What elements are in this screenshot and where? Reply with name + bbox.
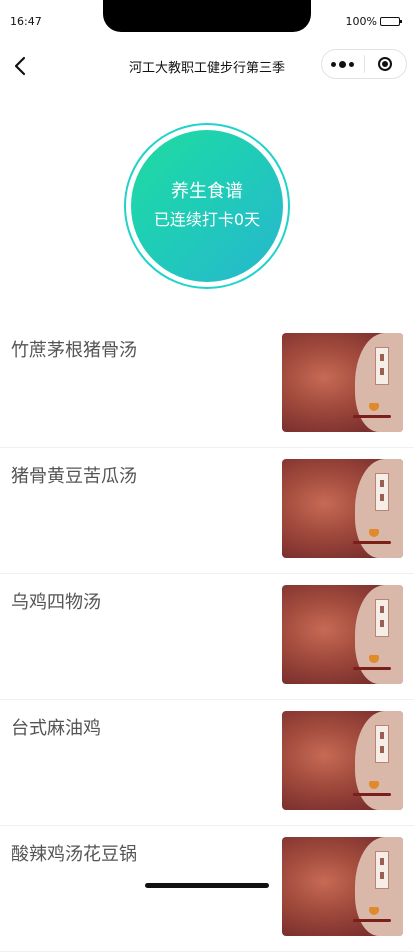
recipe-item[interactable]: 台式麻油鸡 [0,700,414,826]
battery-percent: 100% [345,15,377,28]
more-dots-icon-end [349,61,355,67]
more-dots-icon-center [339,60,347,68]
battery-status: 100% [345,15,402,28]
recipe-item[interactable]: 猪骨黄豆苦瓜汤 [0,448,414,574]
recipe-cover-image [282,585,403,684]
recipe-title: 酸辣鸡汤花豆锅 [11,844,137,865]
recipe-title: 台式麻油鸡 [11,718,101,739]
status-time: 16:47 [10,15,42,28]
more-button[interactable] [322,50,364,78]
checkin-circle-inner: 养生食谱 已连续打卡0天 [131,130,283,282]
back-button[interactable] [6,52,34,80]
mini-program-capsule [321,49,407,79]
navigation-bar: 河工大教职工健步行第三季 [0,44,414,88]
close-button[interactable] [365,50,407,78]
home-indicator[interactable] [145,883,269,888]
hero-title: 养生食谱 [171,181,243,202]
recipe-title: 猪骨黄豆苦瓜汤 [11,466,137,487]
recipe-title: 竹蔗茅根猪骨汤 [11,340,137,361]
recipe-item[interactable]: 酸辣鸡汤花豆锅 [0,826,414,952]
recipe-title: 乌鸡四物汤 [11,592,101,613]
more-dots-icon [331,61,337,67]
target-circle-icon [378,57,393,71]
recipe-cover-image [282,711,403,810]
device-notch [103,0,311,32]
recipe-cover-image [282,837,403,936]
status-bar: 16:47 100% [0,0,414,40]
recipe-cover-image [282,459,403,558]
chevron-left-icon [14,56,26,76]
recipe-list: 竹蔗茅根猪骨汤 猪骨黄豆苦瓜汤 乌鸡四物汤 台式麻油鸡 酸辣鸡汤花豆锅 [0,322,414,952]
recipe-cover-image [282,333,403,432]
page-title: 河工大教职工健步行第三季 [128,61,285,76]
checkin-streak: 已连续打卡0天 [153,210,261,229]
battery-icon [380,17,402,26]
recipe-item[interactable]: 乌鸡四物汤 [0,574,414,700]
recipe-item[interactable]: 竹蔗茅根猪骨汤 [0,322,414,448]
checkin-circle[interactable]: 养生食谱 已连续打卡0天 [124,123,290,289]
